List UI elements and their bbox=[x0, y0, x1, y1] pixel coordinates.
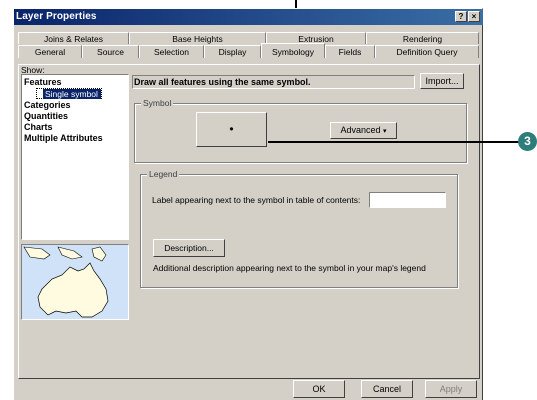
symbol-group-label: Symbol bbox=[141, 98, 174, 108]
tab-source[interactable]: Source bbox=[82, 45, 139, 58]
advanced-label: Advanced bbox=[340, 125, 381, 135]
cancel-button[interactable]: Cancel bbox=[361, 380, 413, 398]
renderer-description: Draw all features using the same symbol. bbox=[132, 75, 415, 89]
single-symbol-label: Single symbol bbox=[43, 89, 101, 99]
title-bar: Layer Properties ? × bbox=[14, 9, 483, 25]
tree-item-features[interactable]: Features bbox=[24, 77, 62, 87]
tab-symbology[interactable]: Symbology bbox=[261, 43, 325, 58]
import-button[interactable]: Import... bbox=[420, 73, 464, 89]
preview-map-image bbox=[21, 244, 129, 320]
tab-display[interactable]: Display bbox=[204, 45, 261, 58]
tree-item-categories[interactable]: Categories bbox=[24, 100, 71, 110]
callout-number-badge: 3 bbox=[518, 132, 537, 151]
tab-definition-query[interactable]: Definition Query bbox=[375, 45, 479, 58]
australia-map-icon bbox=[23, 246, 109, 318]
show-tree: Features Single symbol Categories Quanti… bbox=[21, 74, 129, 240]
advanced-button[interactable]: Advanced ▾ bbox=[330, 122, 397, 139]
tab-joins-relates[interactable]: Joins & Relates bbox=[18, 32, 129, 44]
tab-general[interactable]: General bbox=[18, 45, 82, 58]
callout-leader bbox=[268, 141, 519, 143]
tab-base-heights[interactable]: Base Heights bbox=[129, 32, 266, 44]
tree-item-multiple-attributes[interactable]: Multiple Attributes bbox=[24, 133, 103, 143]
tab-fields[interactable]: Fields bbox=[325, 45, 375, 58]
tab-rendering[interactable]: Rendering bbox=[366, 32, 479, 44]
help-button[interactable]: ? bbox=[455, 11, 467, 22]
dropdown-arrow-icon: ▾ bbox=[383, 128, 387, 135]
callout-leader-top bbox=[295, 0, 297, 8]
tree-item-quantities[interactable]: Quantities bbox=[24, 111, 68, 121]
apply-button: Apply bbox=[425, 380, 477, 398]
window-title: Layer Properties bbox=[16, 11, 97, 22]
tree-item-single-symbol[interactable]: Single symbol bbox=[36, 88, 102, 99]
tree-item-charts[interactable]: Charts bbox=[24, 122, 53, 132]
symbol-preview-button[interactable]: • bbox=[196, 112, 267, 147]
legend-label-input[interactable] bbox=[369, 192, 446, 208]
ok-button[interactable]: OK bbox=[293, 380, 345, 398]
tab-selection[interactable]: Selection bbox=[139, 45, 204, 58]
symbol-group: Symbol bbox=[134, 98, 467, 163]
close-button[interactable]: × bbox=[468, 11, 480, 22]
legend-group-label: Legend bbox=[147, 169, 180, 179]
layer-properties-dialog: Layer Properties ? × Joins & Relates Bas… bbox=[13, 8, 483, 400]
legend-description-text: Additional description appearing next to… bbox=[153, 263, 426, 273]
description-button[interactable]: Description... bbox=[153, 239, 225, 257]
legend-label-caption: Label appearing next to the symbol in ta… bbox=[152, 195, 361, 205]
